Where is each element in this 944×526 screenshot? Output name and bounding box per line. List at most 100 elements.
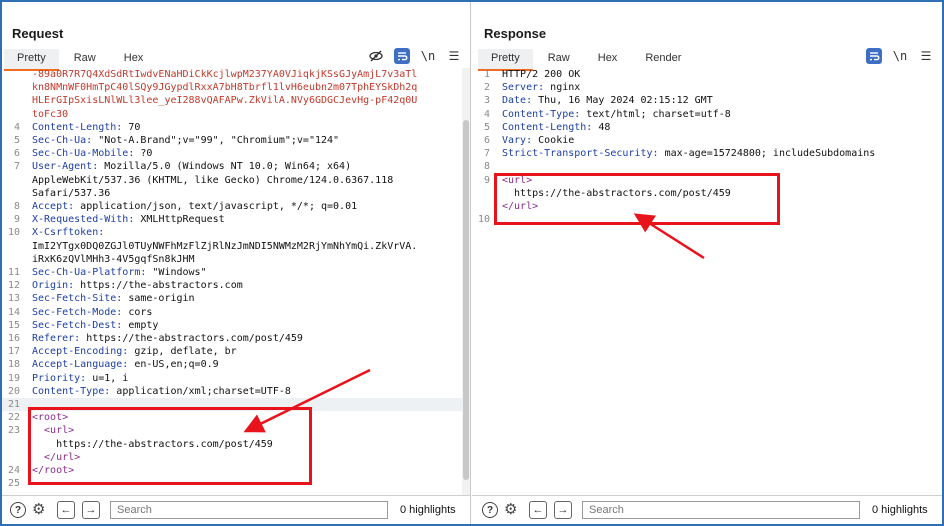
line-text: toFc30	[32, 108, 69, 120]
line-number: 18	[7, 359, 20, 371]
line-number: 2	[483, 82, 490, 94]
newline-icon[interactable]: \n	[420, 48, 436, 64]
code-line: 7 Strict-Transport-Security: max-age=1572…	[472, 147, 940, 160]
line-number: 10	[7, 227, 20, 239]
wrap-lines-icon[interactable]	[866, 48, 882, 64]
request-footer: ? ⚙ ← → Search 0 highlights	[2, 495, 470, 524]
code-line: 4 Content-Length: 70	[2, 121, 462, 134]
line-text: Accept: application/json, text/javascrip…	[32, 201, 358, 212]
line-number: 9	[483, 174, 490, 186]
line-number: 16	[7, 333, 20, 344]
menu-icon[interactable]: ☰	[918, 48, 934, 64]
request-scrollbar[interactable]	[462, 68, 470, 496]
code-line: 5 Content-Length: 48	[472, 121, 940, 134]
tab-hex[interactable]: Hex	[585, 49, 631, 69]
help-icon[interactable]: ?	[10, 502, 26, 518]
line-text: ImI2YTgx0DQ0ZGJl0TUyNWFhMzFlZjRlNzJmNDI5…	[32, 240, 418, 252]
response-tabs: Pretty Raw Hex Render	[478, 49, 696, 71]
code-line: 11 Sec-Ch-Ua-Platform: "Windows"	[2, 266, 462, 279]
settings-gear-icon[interactable]: ⚙	[32, 502, 45, 518]
line-number: 3	[483, 95, 490, 107]
line-text: Referer: https://the-abstractors.com/pos…	[32, 333, 303, 344]
code-line: 4 Content-Type: text/html; charset=utf-8	[472, 108, 940, 121]
tab-raw[interactable]: Raw	[535, 49, 583, 69]
line-text: Sec-Fetch-Dest: empty	[32, 319, 159, 331]
settings-gear-icon[interactable]: ⚙	[504, 502, 517, 518]
response-title: Response	[484, 26, 547, 41]
code-line: 10 X-Csrftoken:	[2, 226, 462, 239]
line-number: 4	[483, 108, 490, 120]
line-text: Sec-Fetch-Mode: cors	[32, 306, 153, 318]
code-line: 15 Sec-Fetch-Dest: empty	[2, 319, 462, 332]
line-number: 5	[483, 121, 490, 133]
newline-icon[interactable]: \n	[892, 48, 908, 64]
line-text: Sec-Fetch-Site: same-origin	[32, 293, 195, 305]
line-text: Server: nginx	[502, 82, 581, 94]
code-line: 14 Sec-Fetch-Mode: cors	[2, 306, 462, 319]
line-number: 9	[13, 214, 20, 226]
code-line: 6 Sec-Ch-Ua-Mobile: ?0	[2, 147, 462, 160]
line-text: Date: Thu, 16 May 2024 02:15:12 GMT	[502, 95, 713, 107]
request-search-input[interactable]: Search	[110, 501, 388, 519]
line-number: 20	[7, 385, 20, 397]
line-text: iRxK6zQVlMHh3-4V5gqfSn8kJHM	[32, 253, 195, 265]
code-line: toFc30	[2, 108, 462, 121]
request-tabs: Pretty Raw Hex	[4, 49, 158, 71]
menu-icon[interactable]: ☰	[446, 48, 462, 64]
line-number: 6	[13, 148, 20, 160]
repeater-window: ▮▮ ☰ ▭ Request Pretty Raw Hex \n ☰ -89a0…	[0, 0, 944, 526]
request-toolbar: \n ☰	[368, 48, 462, 64]
line-number: 4	[13, 121, 20, 133]
tab-render[interactable]: Render	[632, 49, 694, 69]
forward-arrow-icon[interactable]: →	[82, 501, 100, 519]
response-highlights-count: 0 highlights	[872, 504, 928, 516]
line-number: 24	[7, 465, 20, 476]
line-text: User-Agent: Mozilla/5.0 (Windows NT 10.0…	[32, 161, 352, 173]
line-number: 13	[7, 293, 20, 305]
line-number: 23	[7, 425, 20, 437]
line-text: Sec-Ch-Ua: "Not-A.Brand";v="99", "Chromi…	[32, 135, 340, 146]
line-number: 15	[7, 319, 20, 331]
line-text: -89a0R7R7Q4XdSdRtIwdvENaHDiCkKcjlwpM237Y…	[32, 69, 418, 80]
response-highlight-box	[494, 173, 780, 225]
line-text: kn8NMnWF0HmTpC40lSQy9JGypdlRxxA7bH8Tbrfl…	[32, 82, 418, 94]
tab-hex[interactable]: Hex	[111, 49, 157, 69]
help-icon[interactable]: ?	[482, 502, 498, 518]
line-number: 1	[483, 69, 490, 80]
line-text: Strict-Transport-Security: max-age=15724…	[502, 148, 876, 160]
request-pane: Request Pretty Raw Hex \n ☰ -89a0R7R7Q4X…	[2, 2, 471, 524]
request-scroll-thumb[interactable]	[463, 120, 469, 480]
line-number: 8	[483, 161, 490, 173]
code-line: 1 HTTP/2 200 OK	[472, 68, 940, 81]
forward-arrow-icon[interactable]: →	[554, 501, 572, 519]
response-toolbar: \n ☰	[866, 48, 934, 64]
line-number: 7	[483, 148, 490, 160]
back-arrow-icon[interactable]: ←	[529, 501, 547, 519]
line-number: 7	[13, 161, 20, 173]
code-line: iRxK6zQVlMHh3-4V5gqfSn8kJHM	[2, 253, 462, 266]
line-number: 22	[7, 412, 20, 424]
line-text: Origin: https://the-abstractors.com	[32, 280, 243, 292]
code-line: ImI2YTgx0DQ0ZGJl0TUyNWFhMzFlZjRlNzJmNDI5…	[2, 240, 462, 253]
back-arrow-icon[interactable]: ←	[57, 501, 75, 519]
line-number: 5	[13, 135, 20, 146]
line-text: Accept-Language: en-US,en;q=0.9	[32, 359, 219, 371]
line-text: HLErGIpSxisLNlWLl3lee_yeI288vQAFAPw.ZkVi…	[32, 95, 418, 107]
line-number: 6	[483, 135, 490, 146]
code-line: 12 Origin: https://the-abstractors.com	[2, 279, 462, 292]
response-editor[interactable]: 1 HTTP/2 200 OK 2 Server: nginx 3 Date: Thu, …	[472, 68, 940, 496]
eye-slash-icon[interactable]	[368, 48, 384, 64]
code-line: 20 Content-Type: application/xml;charset=…	[2, 385, 462, 398]
tab-raw[interactable]: Raw	[61, 49, 109, 69]
code-line: 5 Sec-Ch-Ua: "Not-A.Brand";v="99", "Chrom…	[2, 134, 462, 147]
code-line: 9 X-Requested-With: XMLHttpRequest	[2, 213, 462, 226]
code-line: 19 Priority: u=1, i	[2, 372, 462, 385]
code-line: 3 Date: Thu, 16 May 2024 02:15:12 GMT	[472, 94, 940, 107]
code-line: kn8NMnWF0HmTpC40lSQy9JGypdlRxxA7bH8Tbrfl…	[2, 81, 462, 94]
line-number: 21	[7, 399, 20, 410]
response-search-input[interactable]: Search	[582, 501, 860, 519]
code-line: 8	[472, 160, 940, 173]
wrap-lines-icon[interactable]	[394, 48, 410, 64]
request-highlight-box	[28, 407, 312, 485]
line-number: 19	[7, 372, 20, 384]
